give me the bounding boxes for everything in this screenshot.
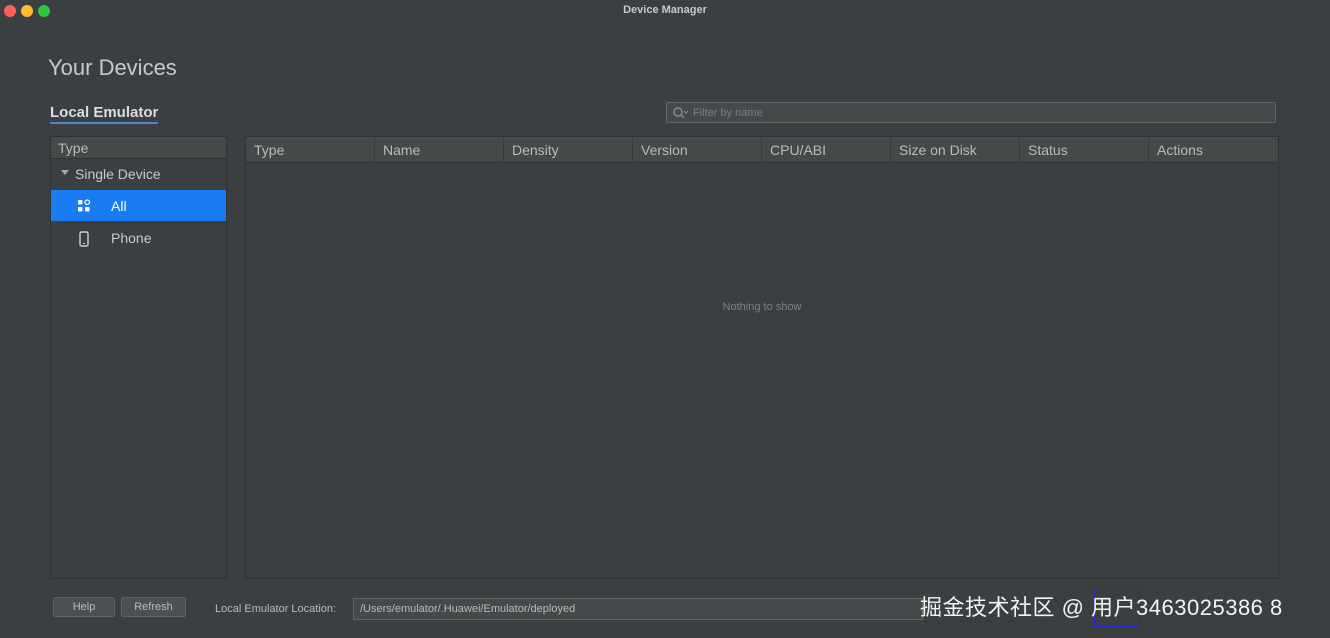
column-header-cpu-abi[interactable]: CPU/ABI [762, 137, 891, 163]
emulator-location-field[interactable]: /Users/emulator/.Huawei/Emulator/deploye… [353, 598, 923, 620]
page-title: Your Devices [48, 55, 177, 80]
refresh-button[interactable]: Refresh [121, 597, 186, 617]
search-icon [673, 107, 688, 119]
column-header-version[interactable]: Version [633, 137, 762, 163]
tree-group-single-device[interactable]: Single Device [51, 164, 226, 186]
tree-item-label: All [111, 198, 127, 214]
filter-field[interactable] [666, 102, 1276, 123]
title-bar: Device Manager [0, 0, 1330, 22]
filter-input[interactable] [693, 105, 1263, 121]
help-button[interactable]: Help [53, 597, 115, 617]
device-manager-window: Device Manager Your Devices Local Emulat… [0, 0, 1330, 638]
tree-item-phone[interactable]: Phone [51, 222, 226, 253]
devices-table: Type Name Density Version CPU/ABI Size o… [245, 136, 1279, 579]
watermark-text: 掘金技术社区 @ 用户3463025386 8 [920, 595, 1283, 620]
table-header-row: Type Name Density Version CPU/ABI Size o… [246, 137, 1278, 163]
column-header-name[interactable]: Name [375, 137, 504, 163]
tree-group-label: Single Device [75, 166, 161, 182]
emulator-location-label: Local Emulator Location: [215, 603, 337, 615]
tree-item-all[interactable]: All [51, 190, 226, 221]
column-header-status[interactable]: Status [1020, 137, 1149, 163]
grid-icon [78, 199, 91, 212]
empty-table-message: Nothing to show [722, 301, 802, 313]
tab-local-emulator[interactable]: Local Emulator [50, 104, 159, 124]
column-header-density[interactable]: Density [504, 137, 633, 163]
column-header-size-on-disk[interactable]: Size on Disk [891, 137, 1020, 163]
column-header-type[interactable]: Type [246, 137, 375, 163]
window-title: Device Manager [623, 4, 707, 16]
device-type-panel: Type Single Device All Phone [50, 136, 227, 579]
phone-icon [79, 231, 89, 247]
tree-item-label: Phone [111, 230, 152, 246]
column-header-actions[interactable]: Actions [1149, 137, 1278, 163]
chevron-down-icon[interactable] [61, 170, 69, 175]
type-panel-header: Type [51, 137, 226, 159]
